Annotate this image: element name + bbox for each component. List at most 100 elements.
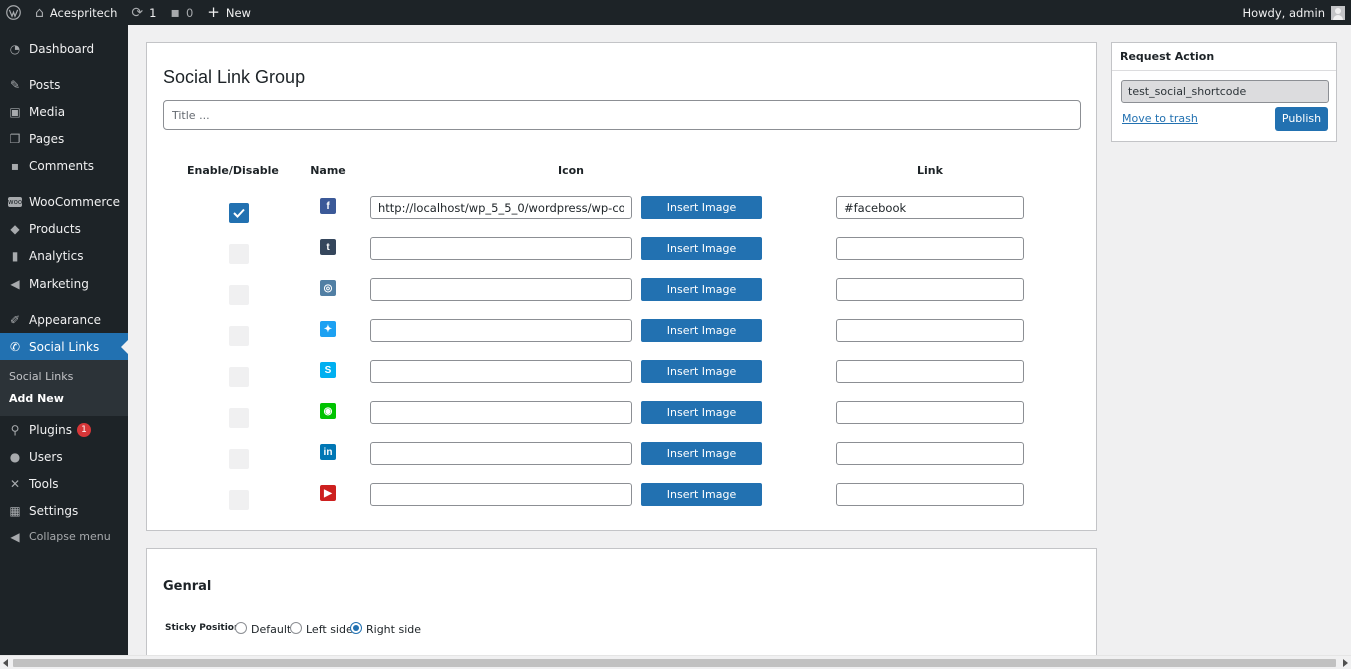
insert-image-button[interactable]: Insert Image — [641, 401, 762, 424]
enable-checkbox[interactable] — [229, 408, 249, 428]
column-header-name: Name — [310, 164, 346, 177]
menu-item-appearance[interactable]: ✐ Appearance — [0, 306, 128, 333]
move-to-trash-link[interactable]: Move to trash — [1122, 112, 1198, 125]
table-row: in Insert Image — [147, 441, 1096, 482]
publish-button[interactable]: Publish — [1275, 107, 1328, 131]
scroll-left-arrow-icon[interactable] — [3, 659, 8, 667]
social-links-submenu: Social Links Add New — [0, 360, 128, 416]
icon-url-input[interactable] — [370, 319, 632, 342]
media-icon: ▣ — [9, 104, 21, 119]
icon-url-input[interactable] — [370, 401, 632, 424]
icon-url-input[interactable] — [370, 196, 632, 219]
updates-menu[interactable]: ⟳ 1 — [124, 0, 163, 25]
comments-menu[interactable]: ▪ 0 — [163, 0, 200, 25]
avatar — [1331, 5, 1345, 20]
my-account-menu[interactable]: Howdy, admin — [1242, 5, 1351, 20]
enable-checkbox[interactable] — [229, 326, 249, 346]
menu-item-posts[interactable]: ✎ Posts — [0, 71, 128, 98]
settings-sliders-icon: ▦ — [9, 503, 21, 518]
submenu-item-social-links[interactable]: Social Links — [9, 370, 73, 383]
paintbrush-icon: ✐ — [9, 312, 21, 327]
submenu-item-add-new[interactable]: Add New — [9, 392, 64, 405]
horizontal-scrollbar[interactable] — [0, 655, 1351, 669]
radio-label-left-side: Left side — [306, 623, 353, 636]
menu-label: Media — [29, 104, 66, 119]
whatsapp-icon: ✆ — [9, 339, 21, 354]
menu-label: Social Links — [29, 339, 100, 354]
menu-item-analytics[interactable]: ▮ Analytics — [0, 242, 128, 269]
radio-default[interactable] — [235, 622, 247, 634]
enable-checkbox[interactable] — [229, 490, 249, 510]
menu-item-comments[interactable]: ▪ Comments — [0, 152, 128, 179]
request-action-heading: Request Action — [1120, 50, 1215, 63]
menu-item-plugins[interactable]: ⚲ Plugins 1 — [0, 416, 128, 443]
updates-count: 1 — [149, 5, 157, 20]
insert-image-button[interactable]: Insert Image — [641, 237, 762, 260]
icon-url-input[interactable] — [370, 237, 632, 260]
menu-item-social-links[interactable]: ✆ Social Links — [0, 333, 128, 360]
radio-left-side[interactable] — [290, 622, 302, 634]
menu-item-dashboard[interactable]: ◔ Dashboard — [0, 35, 128, 62]
social-link-group-box: Social Link Group Enable/Disable Name Ic… — [146, 42, 1097, 531]
wordpress-logo-menu[interactable] — [0, 0, 28, 25]
table-row: ▶ Insert Image — [147, 482, 1096, 523]
pages-icon: ❐ — [9, 131, 21, 146]
insert-image-button[interactable]: Insert Image — [641, 196, 762, 219]
icon-url-input[interactable] — [370, 442, 632, 465]
howdy-text: Howdy, admin — [1242, 5, 1325, 20]
analytics-bar-icon: ▮ — [11, 248, 19, 263]
table-row: f Insert Image — [147, 195, 1096, 236]
megaphone-icon: ◀ — [10, 276, 20, 291]
radio-label-default: Default — [251, 623, 292, 636]
link-input[interactable] — [836, 278, 1024, 301]
enable-checkbox[interactable] — [229, 203, 249, 223]
menu-item-marketing[interactable]: ◀ Marketing — [0, 270, 128, 297]
sticky-position-label: Sticky Position: — [165, 623, 244, 633]
linkedin-icon: in — [320, 444, 336, 460]
insert-image-button[interactable]: Insert Image — [641, 319, 762, 342]
radio-label-right-side: Right side — [366, 623, 421, 636]
enable-checkbox[interactable] — [229, 449, 249, 469]
icon-url-input[interactable] — [370, 483, 632, 506]
scroll-right-arrow-icon[interactable] — [1343, 659, 1348, 667]
enable-checkbox[interactable] — [229, 285, 249, 305]
menu-label: Posts — [29, 77, 61, 92]
insert-image-button[interactable]: Insert Image — [641, 442, 762, 465]
radio-right-side[interactable] — [350, 622, 362, 634]
new-label: New — [225, 5, 251, 20]
menu-item-settings[interactable]: ▦ Settings — [0, 497, 128, 524]
title-input[interactable] — [163, 100, 1081, 130]
column-header-link: Link — [917, 164, 943, 177]
menu-item-woocommerce[interactable]: woo WooCommerce — [0, 188, 128, 215]
icon-url-input[interactable] — [370, 360, 632, 383]
enable-checkbox[interactable] — [229, 244, 249, 264]
menu-item-products[interactable]: ◆ Products — [0, 215, 128, 242]
divider — [1112, 70, 1336, 71]
new-content-menu[interactable]: + New — [200, 0, 258, 25]
icon-url-input[interactable] — [370, 278, 632, 301]
link-input[interactable] — [836, 360, 1024, 383]
link-input[interactable] — [836, 442, 1024, 465]
menu-item-pages[interactable]: ❐ Pages — [0, 125, 128, 152]
insert-image-button[interactable]: Insert Image — [641, 483, 762, 506]
shortcode-field[interactable]: test_social_shortcode — [1121, 80, 1329, 103]
insert-image-button[interactable]: Insert Image — [641, 360, 762, 383]
wrench-icon: ✕ — [9, 476, 21, 491]
scrollbar-thumb[interactable] — [13, 659, 1336, 667]
menu-item-media[interactable]: ▣ Media — [0, 98, 128, 125]
collapse-menu-button[interactable]: ◀ Collapse menu — [0, 523, 128, 550]
site-name-menu[interactable]: ⌂ Acespritech — [28, 0, 124, 25]
link-input[interactable] — [836, 401, 1024, 424]
enable-checkbox[interactable] — [229, 367, 249, 387]
link-input[interactable] — [836, 196, 1024, 219]
link-input[interactable] — [836, 237, 1024, 260]
menu-label: Pages — [29, 131, 65, 146]
insert-image-button[interactable]: Insert Image — [641, 278, 762, 301]
menu-item-users[interactable]: ● Users — [0, 443, 128, 470]
link-input[interactable] — [836, 483, 1024, 506]
users-icon: ● — [9, 449, 21, 464]
tumblr-icon: t — [320, 239, 336, 255]
menu-item-tools[interactable]: ✕ Tools — [0, 470, 128, 497]
link-input[interactable] — [836, 319, 1024, 342]
plugins-update-badge: 1 — [76, 422, 91, 437]
